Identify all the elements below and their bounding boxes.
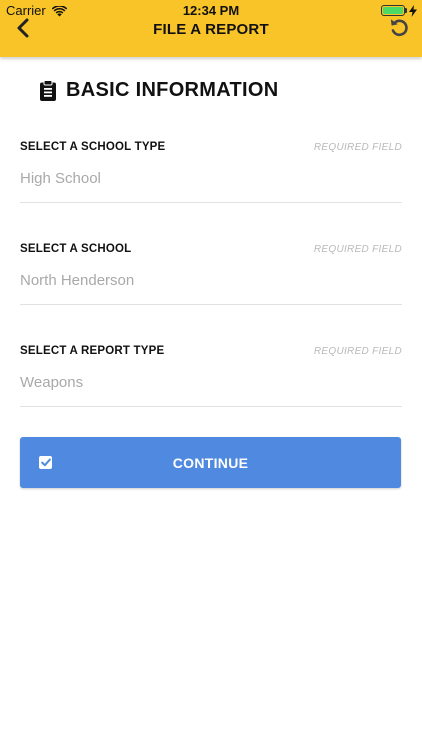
required-hint: REQUIRED FIELD <box>313 244 402 255</box>
school-type-select[interactable]: SELECT A SCHOOL TYPE REQUIRED FIELD High… <box>20 141 402 211</box>
field-underline <box>20 304 402 305</box>
field-underline <box>20 406 402 407</box>
field-label: SELECT A SCHOOL TYPE <box>20 141 166 153</box>
section-title: BASIC INFORMATION <box>66 78 279 101</box>
status-time: 12:34 PM <box>182 3 240 18</box>
continue-label: CONTINUE <box>172 455 249 471</box>
report-type-select[interactable]: SELECT A REPORT TYPE REQUIRED FIELD Weap… <box>20 345 402 415</box>
section-heading: BASIC INFORMATION <box>40 78 279 102</box>
undo-icon <box>388 16 410 43</box>
required-hint: REQUIRED FIELD <box>313 346 402 357</box>
school-select[interactable]: SELECT A SCHOOL REQUIRED FIELD North Hen… <box>20 243 402 313</box>
clipboard-icon <box>40 79 56 101</box>
field-value: North Henderson <box>20 272 135 289</box>
field-underline <box>20 202 402 203</box>
reset-button[interactable] <box>386 16 412 42</box>
battery-cap <box>405 8 407 13</box>
field-value: High School <box>20 170 101 187</box>
battery-icon <box>381 5 405 16</box>
page-title: FILE A REPORT <box>153 21 269 38</box>
app-header: Carrier 12:34 PM FILE A REPORT <box>0 0 422 57</box>
field-value: Weapons <box>20 374 84 391</box>
status-bar: Carrier 12:34 PM <box>0 0 422 20</box>
continue-button[interactable]: CONTINUE <box>20 437 401 488</box>
required-hint: REQUIRED FIELD <box>313 142 402 153</box>
field-label: SELECT A REPORT TYPE <box>20 345 165 357</box>
field-label: SELECT A SCHOOL <box>20 243 132 255</box>
